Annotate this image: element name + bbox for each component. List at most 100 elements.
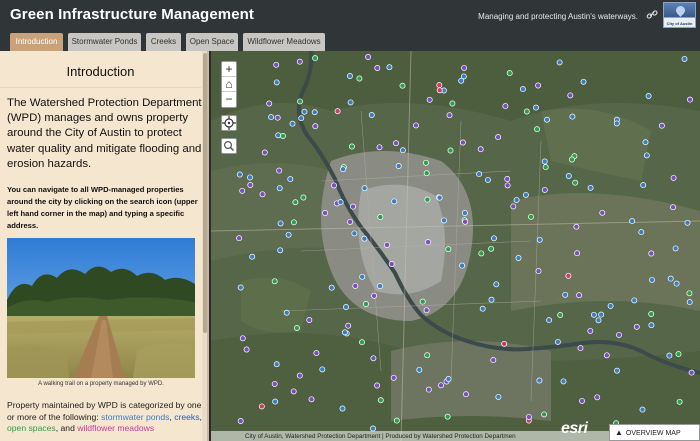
property-marker[interactable] <box>239 187 246 194</box>
property-marker[interactable] <box>672 245 679 252</box>
property-marker[interactable] <box>300 194 307 201</box>
property-marker[interactable] <box>328 284 335 291</box>
property-marker[interactable] <box>463 391 469 398</box>
property-marker[interactable] <box>423 307 430 314</box>
property-marker[interactable] <box>271 278 278 285</box>
property-marker[interactable] <box>331 182 337 189</box>
property-marker[interactable] <box>536 377 543 384</box>
property-marker[interactable] <box>493 281 500 288</box>
property-marker[interactable] <box>399 82 406 89</box>
tab-introduction[interactable]: Introduction <box>10 33 63 51</box>
property-marker[interactable] <box>631 297 638 304</box>
property-marker[interactable] <box>343 304 349 310</box>
property-marker[interactable] <box>513 196 520 203</box>
property-marker[interactable] <box>557 312 564 318</box>
property-marker[interactable] <box>287 176 294 183</box>
property-marker[interactable] <box>285 231 292 238</box>
property-marker[interactable] <box>461 210 468 216</box>
property-marker[interactable] <box>569 113 576 120</box>
property-marker[interactable] <box>312 55 319 62</box>
property-marker[interactable] <box>341 329 348 336</box>
property-marker[interactable] <box>528 213 534 220</box>
property-marker[interactable] <box>522 191 529 198</box>
property-marker[interactable] <box>562 291 569 298</box>
property-marker[interactable] <box>348 143 355 150</box>
property-marker[interactable] <box>556 59 563 66</box>
property-marker[interactable] <box>541 411 548 418</box>
share-link-icon[interactable] <box>646 10 658 20</box>
property-marker[interactable] <box>337 199 344 206</box>
property-marker[interactable] <box>495 393 502 400</box>
property-marker[interactable] <box>275 132 282 139</box>
property-marker[interactable] <box>374 382 381 389</box>
property-marker[interactable] <box>258 403 265 410</box>
property-marker[interactable] <box>322 210 329 216</box>
property-marker[interactable] <box>293 325 300 331</box>
property-marker[interactable] <box>519 86 526 93</box>
open-spaces-link[interactable]: open spaces <box>7 423 56 433</box>
property-marker[interactable] <box>277 220 284 227</box>
property-marker[interactable] <box>449 100 456 107</box>
property-marker[interactable] <box>441 217 448 224</box>
property-marker[interactable] <box>339 405 346 412</box>
property-marker[interactable] <box>436 194 443 201</box>
property-marker[interactable] <box>359 339 365 346</box>
property-marker[interactable] <box>478 250 485 257</box>
property-marker[interactable] <box>687 96 693 103</box>
property-marker[interactable] <box>274 114 281 121</box>
property-marker[interactable] <box>289 120 296 127</box>
property-marker[interactable] <box>510 203 517 210</box>
property-marker[interactable] <box>580 78 587 85</box>
property-marker[interactable] <box>595 317 602 324</box>
property-marker[interactable] <box>525 413 532 420</box>
property-marker[interactable] <box>377 214 384 220</box>
map-view[interactable]: + ⌂ − City of Austin, Watershed Protecti… <box>211 51 700 441</box>
property-marker[interactable] <box>573 223 580 230</box>
property-marker[interactable] <box>363 301 369 307</box>
property-marker[interactable] <box>237 418 244 424</box>
property-marker[interactable] <box>390 374 397 381</box>
wildflower-meadows-link[interactable]: wildflower meadows <box>77 423 154 433</box>
property-marker[interactable] <box>426 96 433 103</box>
property-marker[interactable] <box>422 159 429 166</box>
property-marker[interactable] <box>359 273 366 280</box>
property-marker[interactable] <box>673 280 680 287</box>
property-marker[interactable] <box>587 184 594 191</box>
property-marker[interactable] <box>236 235 243 242</box>
property-marker[interactable] <box>386 64 393 71</box>
property-marker[interactable] <box>488 245 495 252</box>
tab-stormwater-ponds[interactable]: Stormwater Ponds <box>68 33 141 51</box>
property-marker[interactable] <box>645 93 652 99</box>
property-marker[interactable] <box>541 158 548 165</box>
property-marker[interactable] <box>579 397 585 404</box>
property-marker[interactable] <box>266 100 273 107</box>
property-marker[interactable] <box>633 323 640 330</box>
property-marker[interactable] <box>365 54 372 60</box>
property-marker[interactable] <box>351 230 358 237</box>
property-marker[interactable] <box>686 290 693 297</box>
property-marker[interactable] <box>506 70 513 77</box>
property-marker[interactable] <box>340 166 347 173</box>
city-logo[interactable]: City of Austin <box>663 2 696 28</box>
property-marker[interactable] <box>413 122 419 129</box>
property-marker[interactable] <box>436 87 443 94</box>
property-marker[interactable] <box>459 139 466 146</box>
property-marker[interactable] <box>484 176 491 183</box>
property-marker[interactable] <box>533 104 539 111</box>
property-marker[interactable] <box>237 284 244 291</box>
property-marker[interactable] <box>347 99 354 106</box>
property-marker[interactable] <box>393 140 399 147</box>
property-marker[interactable] <box>667 275 674 282</box>
property-marker[interactable] <box>684 219 691 226</box>
property-marker[interactable] <box>476 171 483 178</box>
property-marker[interactable] <box>576 292 583 299</box>
property-marker[interactable] <box>629 218 636 225</box>
property-marker[interactable] <box>361 235 368 242</box>
property-marker[interactable] <box>425 239 432 246</box>
property-marker[interactable] <box>502 103 509 110</box>
property-marker[interactable] <box>643 152 650 159</box>
stormwater-ponds-link[interactable]: stormwater ponds <box>101 412 169 422</box>
property-marker[interactable] <box>345 322 352 329</box>
property-marker[interactable] <box>297 98 303 105</box>
property-marker[interactable] <box>477 146 484 153</box>
